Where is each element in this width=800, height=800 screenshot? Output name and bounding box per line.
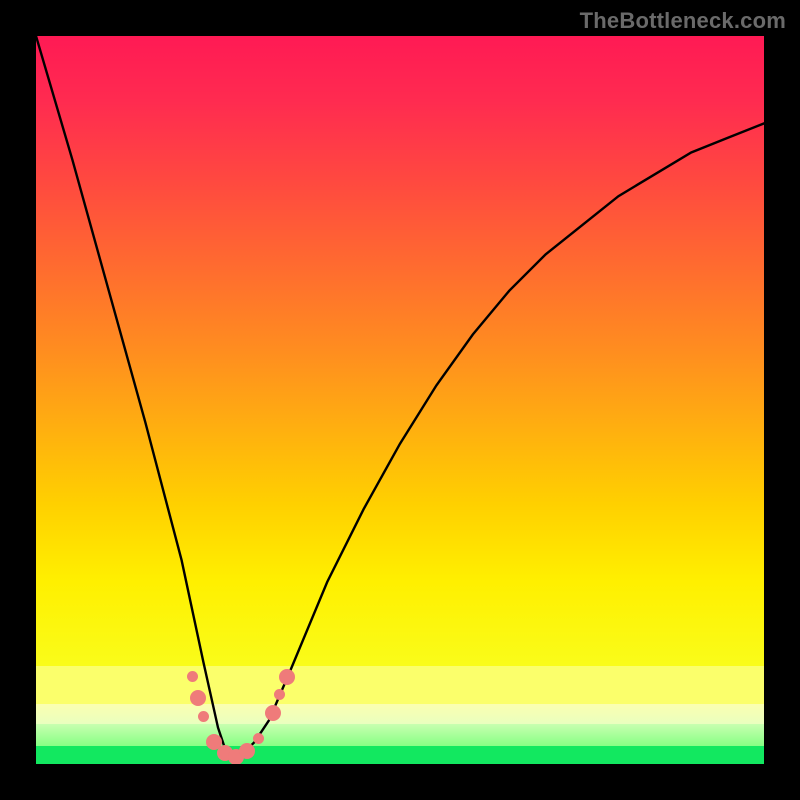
plot-area [36, 36, 764, 764]
curve-marker [253, 733, 264, 744]
curve-marker [239, 743, 255, 759]
bottleneck-curve [36, 36, 764, 764]
curve-path [36, 36, 764, 757]
curve-marker [190, 690, 206, 706]
curve-marker [279, 669, 295, 685]
chart-frame: TheBottleneck.com [0, 0, 800, 800]
watermark-text: TheBottleneck.com [580, 8, 786, 34]
curve-marker [265, 705, 281, 721]
